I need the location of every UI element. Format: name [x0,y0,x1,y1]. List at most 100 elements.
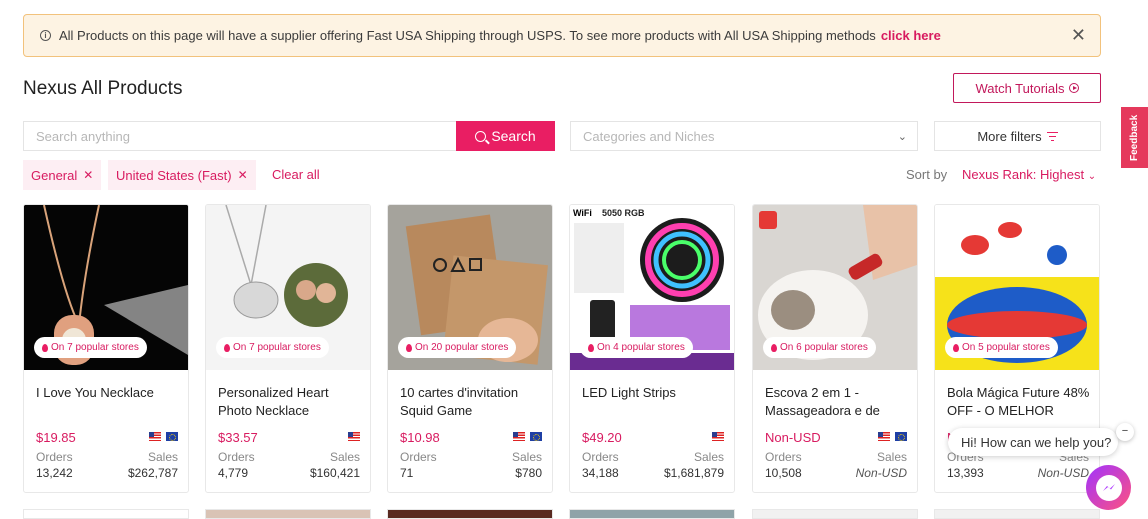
product-name[interactable]: Personalized Heart Photo Necklace [218,384,363,420]
chevron-down-icon: ⌄ [1087,171,1097,182]
more-filters-label: More filters [977,128,1042,144]
messenger-button[interactable] [1086,465,1131,510]
chevron-down-icon: ⌄ [897,131,907,143]
fire-icon [771,343,777,352]
badge-label: On 7 popular stores [51,342,139,353]
filter-icon [1046,131,1058,141]
fire-icon [406,343,412,352]
product-price: Non-USD [765,430,821,445]
orders-label: Orders [765,450,802,464]
product-card[interactable]: On 7 popular stores I Love You Necklace … [23,204,189,493]
categories-select[interactable]: Categories and Niches ⌄ [570,121,918,151]
product-name[interactable]: 10 cartes d'invitation Squid Game [400,384,545,420]
banner-text: All Products on this page will have a su… [59,28,876,43]
watch-tutorials-button[interactable]: Watch Tutorials [953,73,1101,103]
popular-stores-badge: On 7 popular stores [216,337,329,358]
product-name[interactable]: Escova 2 em 1 - Massageadora e de [765,384,910,420]
chat-close-icon[interactable]: − [1116,423,1134,441]
product-price: $19.85 [36,430,76,445]
close-icon[interactable]: ✕ [1071,26,1086,44]
sales-value: $1,681,879 [663,466,724,480]
rgb-text: 5050 RGB [602,208,645,218]
sort-value: Nexus Rank: Highest [962,167,1085,182]
fire-icon [224,343,230,352]
orders-value: 71 [400,466,414,480]
us-flag-icon [878,432,890,441]
product-card[interactable]: WiFi 5050 RGB On 4 popular stores LED Li… [569,204,735,493]
product-name[interactable]: LED Light Strips [582,384,727,402]
search-input[interactable] [23,121,456,151]
product-card-peek [387,509,553,519]
banner-click-here-link[interactable]: click here [881,28,941,43]
search-button[interactable]: Search [456,121,555,151]
badge-label: On 20 popular stores [415,342,509,353]
remove-icon[interactable]: ✕ [83,168,93,182]
messenger-icon [1095,474,1122,501]
page-title: Nexus All Products [23,78,183,99]
wifi-text: WiFi [573,208,592,218]
product-price: $10.98 [400,430,440,445]
fire-icon [588,343,594,352]
watch-tutorials-label: Watch Tutorials [975,80,1065,96]
popular-stores-badge: On 4 popular stores [580,337,693,358]
orders-value: 10,508 [765,466,802,480]
info-icon: i [40,30,51,41]
sales-label: Sales [876,450,907,464]
filter-chip-general: General ✕ [23,160,102,190]
product-name[interactable]: I Love You Necklace [36,384,181,402]
orders-label: Orders [582,450,619,464]
feedback-tab[interactable]: Feedback [1121,107,1148,168]
product-card-peek [23,509,189,519]
popular-stores-badge: On 20 popular stores [398,337,517,358]
eu-flag-icon [895,432,907,441]
us-flag-icon [149,432,161,441]
us-flag-icon [513,432,525,441]
sales-value: $780 [515,466,542,480]
popular-stores-badge: On 5 popular stores [945,337,1058,358]
clear-all-link[interactable]: Clear all [272,167,320,182]
product-image: On 7 popular stores [206,205,370,370]
product-card[interactable]: On 7 popular stores Personalized Heart P… [205,204,371,493]
eu-flag-icon [166,432,178,441]
orders-value: 13,393 [947,466,984,480]
product-card[interactable]: On 20 popular stores 10 cartes d'invitat… [387,204,553,493]
product-card-peek [934,509,1100,519]
sales-label: Sales [147,450,178,464]
sales-value: $262,787 [127,466,178,480]
badge-label: On 6 popular stores [780,342,868,353]
product-name[interactable]: Bola Mágica Future 48% OFF - O MELHOR [947,384,1092,420]
search-button-label: Search [491,128,536,144]
product-card[interactable]: On 6 popular stores Escova 2 em 1 - Mass… [752,204,918,493]
remove-icon[interactable]: ✕ [238,168,248,182]
product-card-peek [205,509,371,519]
product-image: On 7 popular stores [24,205,188,370]
product-price: $33.57 [218,430,258,445]
orders-value: 4,779 [218,466,249,480]
fire-icon [953,343,959,352]
more-filters-button[interactable]: More filters [934,121,1101,151]
product-price: $49.20 [582,430,622,445]
sales-value: $160,421 [309,466,360,480]
orders-label: Orders [400,450,437,464]
orders-value: 34,188 [582,466,619,480]
sales-label: Sales [329,450,360,464]
usa-shipping-banner: i All Products on this page will have a … [23,14,1101,57]
product-image: On 20 popular stores [388,205,552,370]
filter-chip-united-states: United States (Fast) ✕ [108,160,256,190]
sort-label: Sort by [906,167,948,182]
sales-label: Sales [511,450,542,464]
product-image: On 5 popular stores [935,205,1099,370]
badge-label: On 5 popular stores [962,342,1050,353]
categories-placeholder: Categories and Niches [583,128,715,144]
popular-stores-badge: On 7 popular stores [34,337,147,358]
chat-greeting[interactable]: Hi! How can we help you? [948,428,1118,456]
sales-value: Non-USD [855,466,907,480]
us-flag-icon [712,432,724,441]
orders-value: 13,242 [36,466,73,480]
play-icon [1068,83,1079,93]
sales-label: Sales [693,450,724,464]
chip-label: United States (Fast) [116,167,232,183]
sort-select[interactable]: Nexus Rank: Highest ⌄ [962,167,1096,182]
search-icon [475,130,487,142]
orders-label: Orders [36,450,73,464]
